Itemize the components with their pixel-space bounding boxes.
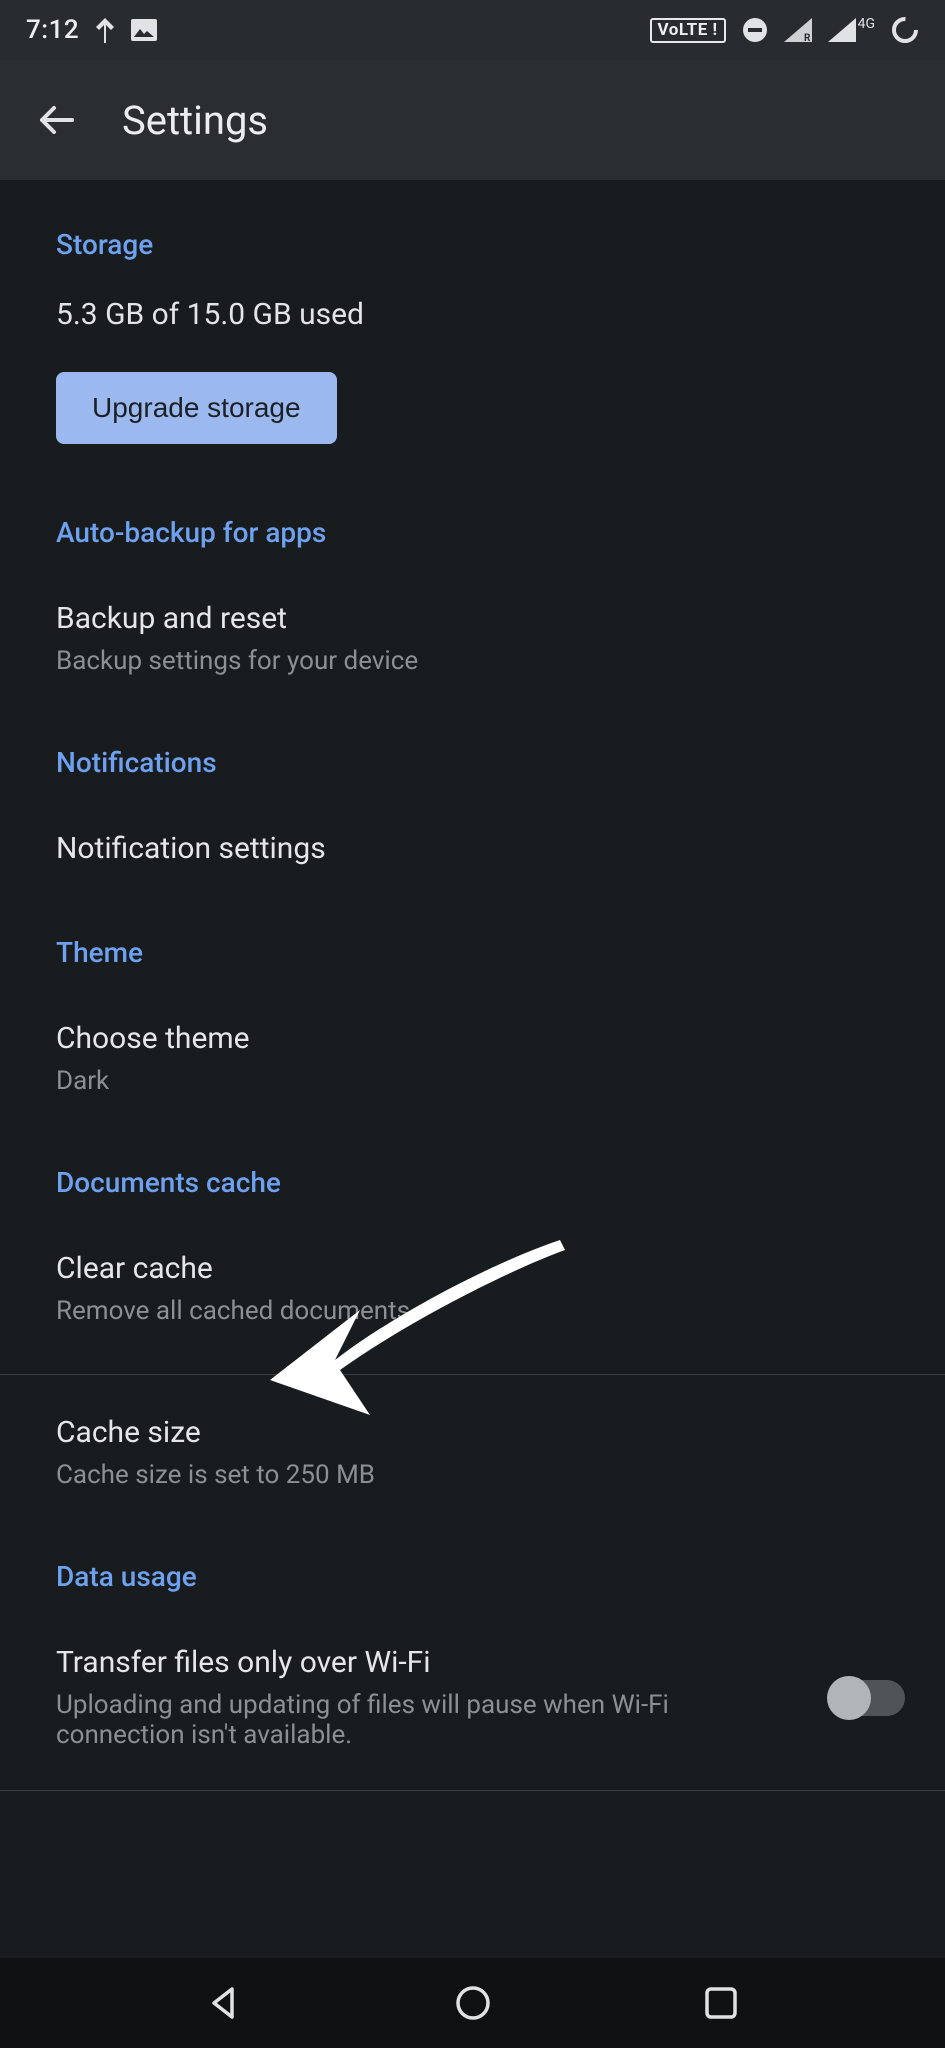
loading-spinner-icon <box>891 16 919 44</box>
page-title: Settings <box>122 97 268 144</box>
nav-home-button[interactable] <box>449 1979 497 2027</box>
row-choose-theme[interactable]: Choose theme Dark <box>56 977 905 1096</box>
signal-4g-icon: 4G <box>828 18 875 42</box>
section-header-data-usage: Data usage <box>56 1490 945 1601</box>
section-storage: Storage 5.3 GB of 15.0 GB used Upgrade s… <box>0 180 945 444</box>
section-header-notifications: Notifications <box>56 676 905 787</box>
divider <box>0 1790 945 1791</box>
back-arrow-icon[interactable] <box>36 100 76 140</box>
storage-usage-text: 5.3 GB of 15.0 GB used <box>56 269 905 332</box>
section-header-documents-cache: Documents cache <box>56 1096 945 1207</box>
setting-title: Transfer files only over Wi-Fi <box>56 1645 801 1680</box>
setting-title: Choose theme <box>56 1021 905 1056</box>
nav-back-button[interactable] <box>200 1979 248 2027</box>
setting-title: Clear cache <box>56 1251 945 1286</box>
section-header-theme: Theme <box>56 866 905 977</box>
setting-subtitle: Uploading and updating of files will pau… <box>56 1680 801 1750</box>
setting-subtitle: Cache size is set to 250 MB <box>56 1450 905 1490</box>
section-header-storage: Storage <box>56 180 905 269</box>
section-documents-cache-2: Cache size Cache size is set to 250 MB <box>0 1375 945 1490</box>
section-documents-cache: Documents cache Clear cache Remove all c… <box>0 1096 945 1326</box>
section-auto-backup: Auto-backup for apps Backup and reset Ba… <box>0 444 945 676</box>
status-clock: 7:12 <box>26 15 79 45</box>
setting-subtitle: Remove all cached documents <box>56 1286 945 1326</box>
row-notification-settings[interactable]: Notification settings <box>56 787 905 866</box>
setting-title: Notification settings <box>56 831 905 866</box>
upgrade-storage-button[interactable]: Upgrade storage <box>56 372 337 444</box>
app-bar: Settings <box>0 60 945 180</box>
row-backup-and-reset[interactable]: Backup and reset Backup settings for you… <box>56 557 905 676</box>
settings-content: Storage 5.3 GB of 15.0 GB used Upgrade s… <box>0 180 945 1791</box>
upload-icon <box>95 17 115 43</box>
svg-text:R: R <box>804 33 811 42</box>
row-clear-cache[interactable]: Clear cache Remove all cached documents <box>56 1207 945 1326</box>
nav-recent-button[interactable] <box>697 1979 745 2027</box>
section-notifications: Notifications Notification settings <box>0 676 945 866</box>
setting-subtitle: Backup settings for your device <box>56 636 905 676</box>
toggle-thumb <box>827 1676 871 1720</box>
row-cache-size[interactable]: Cache size Cache size is set to 250 MB <box>56 1375 905 1490</box>
status-bar: 7:12 VoLTE ! R 4G <box>0 0 945 60</box>
do-not-disturb-icon <box>742 17 768 43</box>
setting-subtitle: Dark <box>56 1056 905 1096</box>
row-wifi-only[interactable]: Transfer files only over Wi-Fi Uploading… <box>56 1601 945 1750</box>
image-icon <box>131 19 157 41</box>
section-theme: Theme Choose theme Dark <box>0 866 945 1096</box>
setting-title: Cache size <box>56 1415 905 1450</box>
section-data-usage: Data usage Transfer files only over Wi-F… <box>0 1490 945 1750</box>
setting-title: Backup and reset <box>56 601 905 636</box>
network-gen-label: 4G <box>858 18 875 30</box>
wifi-only-toggle[interactable] <box>831 1680 905 1716</box>
navigation-bar <box>0 1958 945 2048</box>
signal-r-icon: R <box>784 18 812 42</box>
section-header-auto-backup: Auto-backup for apps <box>56 444 905 557</box>
volte-badge: VoLTE ! <box>650 18 726 43</box>
